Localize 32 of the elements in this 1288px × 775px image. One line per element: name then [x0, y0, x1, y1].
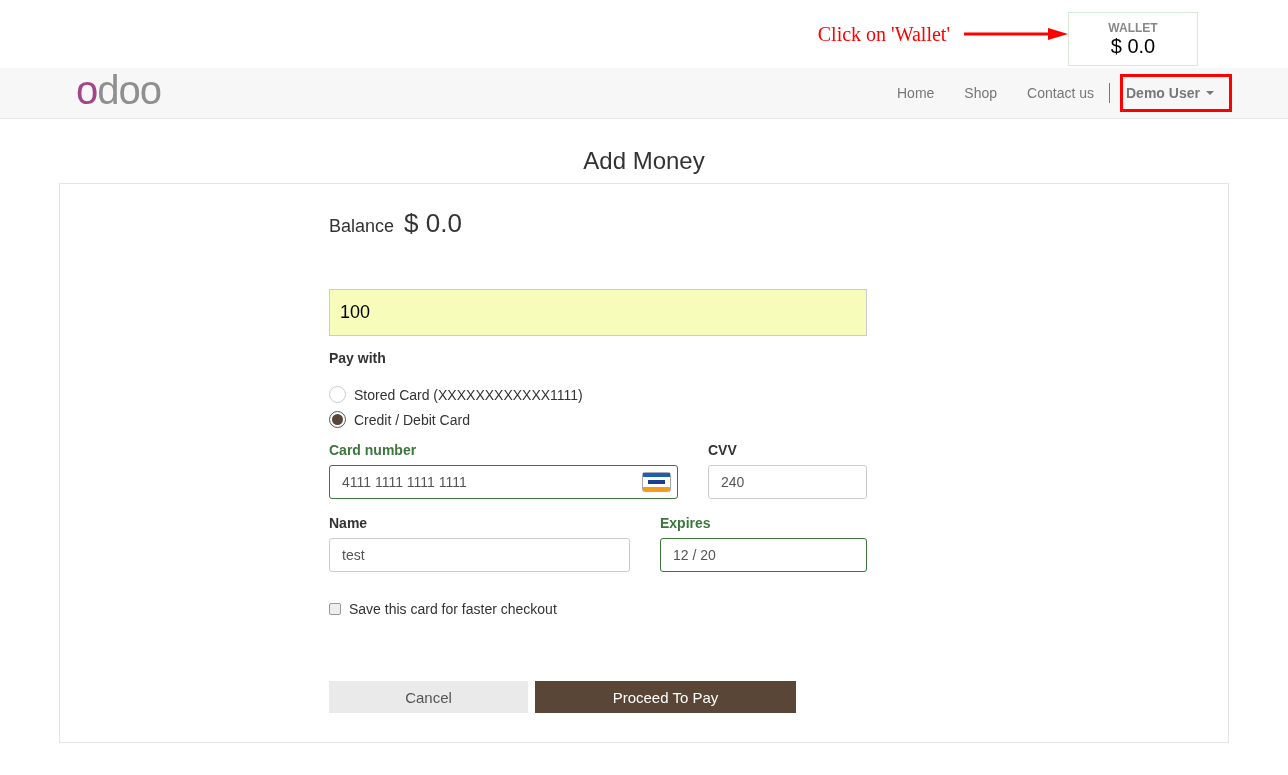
checkbox[interactable] — [329, 602, 341, 615]
input-field[interactable]: 4111 1111 1111 1111 — [329, 465, 678, 499]
field-label: Name — [329, 515, 369, 531]
input-field[interactable]: 12 / 20 — [660, 538, 867, 572]
nav-link[interactable]: Contact us — [1012, 85, 1109, 101]
nav-link[interactable]: Home — [882, 85, 950, 101]
field-label: Card number — [329, 442, 418, 458]
balance-label: Balance — [329, 216, 395, 237]
field-label: CVV — [708, 442, 738, 458]
field-label: Expires — [660, 515, 712, 531]
radio-button[interactable] — [329, 411, 346, 428]
balance-value: $ 0.0 — [404, 208, 462, 239]
wallet-amount: $ 0.0 — [1110, 34, 1156, 58]
cancel-button[interactable]: Cancel — [329, 681, 528, 713]
proceed-button[interactable]: Proceed To Pay — [535, 681, 796, 713]
wallet-label: WALLET — [1108, 20, 1158, 35]
nav-link[interactable]: Shop — [949, 85, 1013, 101]
input-field[interactable]: 240 — [708, 465, 867, 499]
card-icon — [642, 472, 671, 492]
radio-label: Credit / Debit Card — [354, 411, 470, 428]
input-field[interactable]: test — [329, 538, 630, 572]
radio-label: Stored Card (XXXXXXXXXXXX1111) — [354, 386, 583, 403]
wallet-card[interactable]: WALLET $ 0.0 — [1068, 12, 1198, 66]
annotation-text: Click on 'Wallet' — [817, 22, 950, 46]
logo[interactable]: odoo — [76, 70, 161, 110]
page-title: Add Money — [582, 147, 706, 175]
checkbox-label: Save this card for faster checkout — [349, 600, 557, 617]
amount-input[interactable]: 100 — [329, 289, 867, 336]
pay-with-label: Pay with — [329, 350, 387, 366]
arrow-icon — [964, 27, 1068, 41]
user-menu-button[interactable]: Demo User — [1120, 74, 1232, 112]
caret-icon — [1205, 91, 1214, 95]
